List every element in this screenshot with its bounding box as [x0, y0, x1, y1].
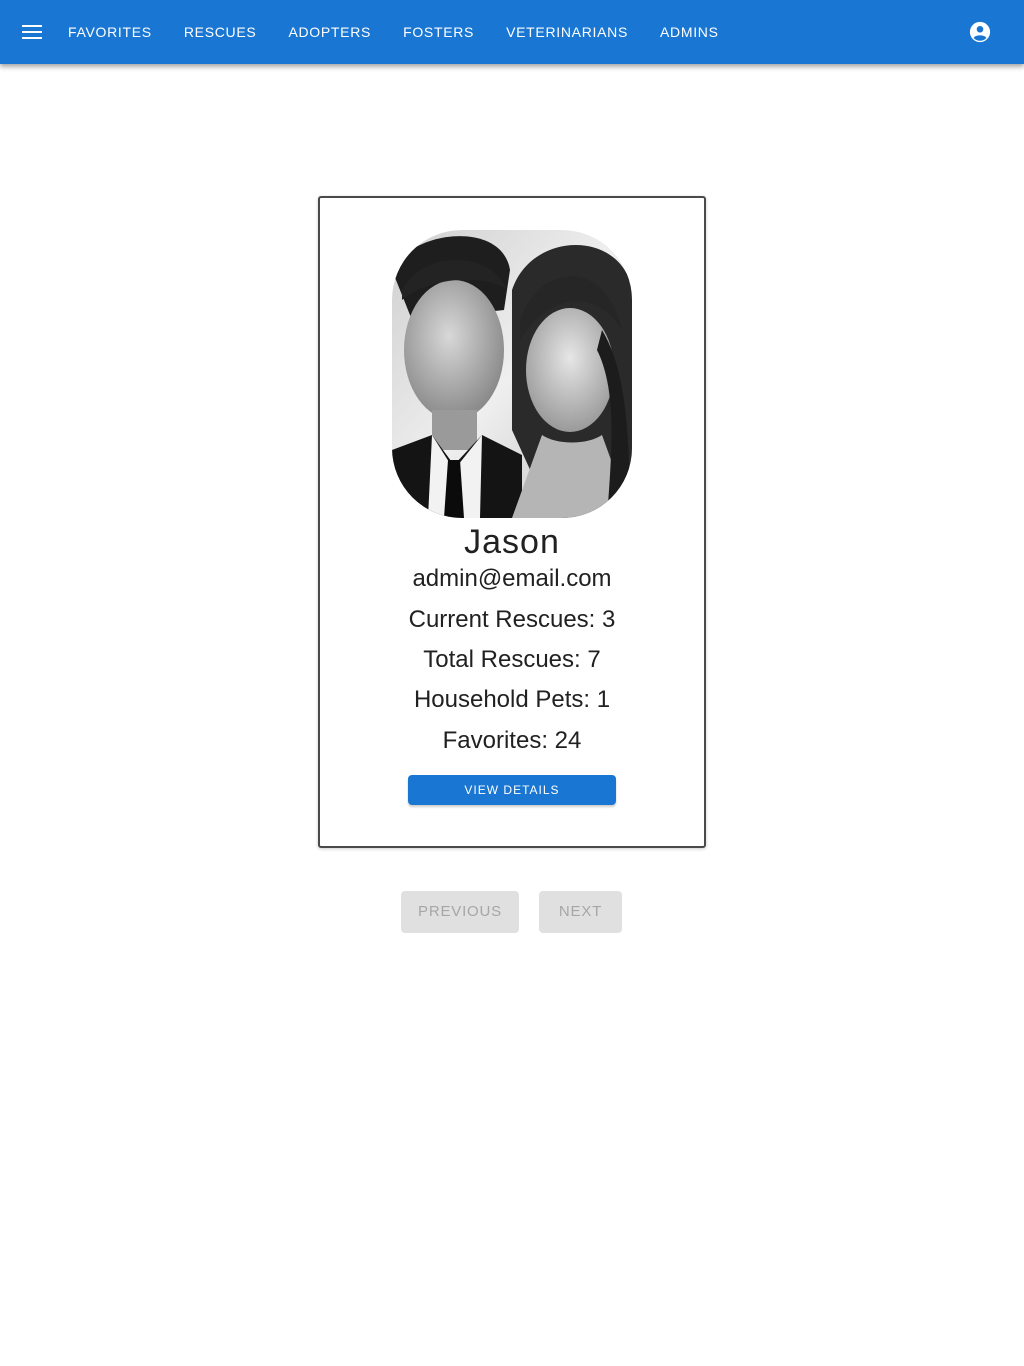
top-app-bar: FAVORITES RESCUES ADOPTERS FOSTERS VETER… — [0, 0, 1024, 64]
nav-adopters[interactable]: ADOPTERS — [272, 14, 387, 50]
nav-veterinarians[interactable]: VETERINARIANS — [490, 14, 644, 50]
profile-email: admin@email.com — [412, 565, 612, 592]
hamburger-menu-icon[interactable] — [16, 16, 48, 48]
household-pets: Household Pets: 1 — [413, 686, 611, 713]
profile-name: Jason — [464, 523, 560, 561]
nav-admins[interactable]: ADMINS — [644, 14, 735, 50]
nav-fosters[interactable]: FOSTERS — [387, 14, 490, 50]
account-circle-icon[interactable] — [964, 16, 996, 48]
favorites-count: Favorites: 24 — [442, 727, 582, 754]
total-rescues: Total Rescues: 7 — [423, 646, 601, 673]
next-button[interactable]: NEXT — [539, 891, 622, 933]
adopter-profile-card: Jason admin@email.com Current Rescues: 3… — [318, 196, 706, 848]
previous-button[interactable]: PREVIOUS — [401, 891, 519, 933]
view-details-button[interactable]: VIEW DETAILS — [408, 775, 616, 805]
current-rescues: Current Rescues: 3 — [408, 606, 616, 633]
main-nav: FAVORITES RESCUES ADOPTERS FOSTERS VETER… — [52, 0, 735, 64]
profile-photo — [392, 230, 632, 518]
nav-rescues[interactable]: RESCUES — [168, 14, 273, 50]
nav-favorites[interactable]: FAVORITES — [52, 14, 168, 50]
